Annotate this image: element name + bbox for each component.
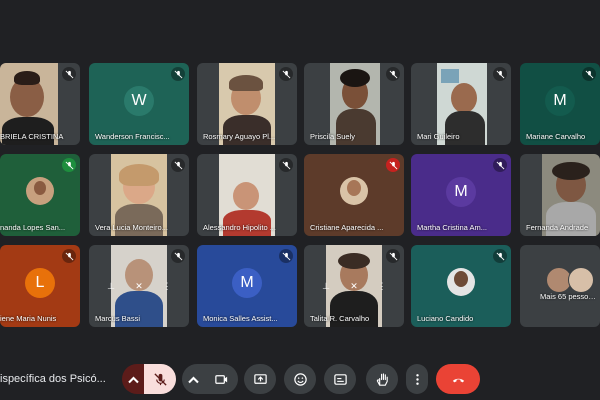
meeting-title: ispecífica dos Psicó... xyxy=(0,373,106,385)
participant-tile[interactable]: ⊥ ✕ ⋮ Marcus Bassi xyxy=(89,245,189,327)
mic-off-icon xyxy=(153,372,167,386)
participant-avatar: M xyxy=(446,177,476,207)
participant-tile[interactable]: Alessandro Hipolito ... xyxy=(197,154,297,236)
more-vert-icon xyxy=(415,373,419,385)
mic-toggle-button[interactable] xyxy=(144,364,176,394)
mic-off-icon xyxy=(386,67,400,81)
participant-photo xyxy=(340,177,368,205)
leave-call-button[interactable] xyxy=(436,364,480,394)
participant-name: Priscila Suely xyxy=(310,132,356,141)
mic-off-icon xyxy=(171,249,185,263)
participant-name: Mari Guileiro xyxy=(417,132,460,141)
participant-avatar: L xyxy=(25,268,55,298)
participant-tile[interactable]: Vera Lucia Monteiro... xyxy=(89,154,189,236)
participant-tile[interactable]: M Monica Salles Assist... xyxy=(197,245,297,327)
participant-tile[interactable]: L iene Maria Nunis xyxy=(0,245,80,327)
more-options-button[interactable] xyxy=(406,364,428,394)
participant-tile[interactable]: Luciano Candido xyxy=(411,245,511,327)
participant-name: iene Maria Nunis xyxy=(0,314,57,323)
more-options-icon[interactable]: ⋮ xyxy=(161,281,173,293)
mic-off-icon xyxy=(386,158,400,172)
mic-off-icon xyxy=(171,158,185,172)
participant-tile[interactable]: W Wanderson Francisc... xyxy=(89,63,189,145)
mic-off-icon xyxy=(279,158,293,172)
raise-hand-button[interactable] xyxy=(366,364,398,394)
mic-off-icon xyxy=(62,158,76,172)
participant-name: Martha Cristina Am... xyxy=(417,223,488,232)
participant-name: Wanderson Francisc... xyxy=(95,132,170,141)
participant-tile[interactable]: Mari Guileiro xyxy=(411,63,511,145)
participant-name: Cristiane Aparecida ... xyxy=(310,223,384,232)
call-end-icon xyxy=(452,378,464,382)
present-screen-button[interactable] xyxy=(244,364,276,394)
participant-tile[interactable]: nanda Lopes San... xyxy=(0,154,80,236)
participant-tile[interactable]: Priscila Suely xyxy=(304,63,404,145)
mic-off-icon xyxy=(493,249,507,263)
participant-tile[interactable]: M Martha Cristina Am... xyxy=(411,154,511,236)
videocam-icon xyxy=(214,374,227,384)
more-options-icon[interactable]: ⋮ xyxy=(376,281,388,293)
emoji-icon xyxy=(293,372,307,386)
participant-name: Mariane Carvalho xyxy=(526,132,586,141)
camera-toggle-button[interactable] xyxy=(204,364,238,394)
chevron-up-icon xyxy=(187,376,199,383)
participant-name: nanda Lopes San... xyxy=(0,223,66,232)
mic-off-icon xyxy=(171,67,185,81)
mic-off-icon xyxy=(279,67,293,81)
mic-off-icon xyxy=(62,67,76,81)
mic-off-icon[interactable]: ✕ xyxy=(133,281,145,293)
participant-avatar: W xyxy=(124,86,154,116)
participant-name: BRIELA CRISTINA xyxy=(0,132,64,141)
mic-off-icon xyxy=(493,158,507,172)
audio-options-button[interactable] xyxy=(122,364,144,394)
closed-captions-icon xyxy=(333,373,347,385)
more-participants-photo xyxy=(568,267,594,293)
participant-name: Monica Salles Assist... xyxy=(203,314,278,323)
mic-off-icon xyxy=(582,67,596,81)
present-icon xyxy=(253,373,267,384)
participant-photo xyxy=(26,177,54,205)
participant-tile[interactable]: M Mariane Carvalho xyxy=(520,63,600,145)
mic-off-icon xyxy=(279,249,293,263)
pin-icon[interactable]: ⊥ xyxy=(320,281,332,293)
more-participants-tile[interactable]: Mais 65 pessoas xyxy=(520,245,600,327)
participant-name: Talita R. Carvalho xyxy=(310,314,370,323)
mic-off-icon xyxy=(62,249,76,263)
participant-tile[interactable]: ⊥ ✕ ⋮ Talita R. Carvalho xyxy=(304,245,404,327)
participant-tile[interactable]: BRIELA CRISTINA xyxy=(0,63,80,145)
captions-button[interactable] xyxy=(324,364,356,394)
participant-name: Vera Lucia Monteiro... xyxy=(95,223,168,232)
participant-avatar: M xyxy=(232,268,262,298)
participant-tile[interactable]: Cristiane Aparecida ... xyxy=(304,154,404,236)
participant-tile[interactable]: Fernanda Andrade xyxy=(520,154,600,236)
participant-name: Marcus Bassi xyxy=(95,314,141,323)
participant-name: Fernanda Andrade xyxy=(526,223,589,232)
hand-icon xyxy=(376,372,388,386)
mic-off-icon[interactable]: ✕ xyxy=(348,281,360,293)
more-participants-label: Mais 65 pessoas xyxy=(540,292,596,301)
chevron-up-icon xyxy=(127,376,139,383)
emoji-reaction-button[interactable] xyxy=(284,364,316,394)
participant-avatar: M xyxy=(545,86,575,116)
video-options-button[interactable] xyxy=(182,364,204,394)
participant-tile[interactable]: Rosmary Aguayo Pl... xyxy=(197,63,297,145)
participant-name: Luciano Candido xyxy=(417,314,474,323)
participant-photo xyxy=(447,268,475,296)
mic-off-icon xyxy=(493,67,507,81)
participant-name: Rosmary Aguayo Pl... xyxy=(203,132,276,141)
participant-name: Alessandro Hipolito ... xyxy=(203,223,276,232)
mic-off-icon xyxy=(386,249,400,263)
pin-icon[interactable]: ⊥ xyxy=(105,281,117,293)
